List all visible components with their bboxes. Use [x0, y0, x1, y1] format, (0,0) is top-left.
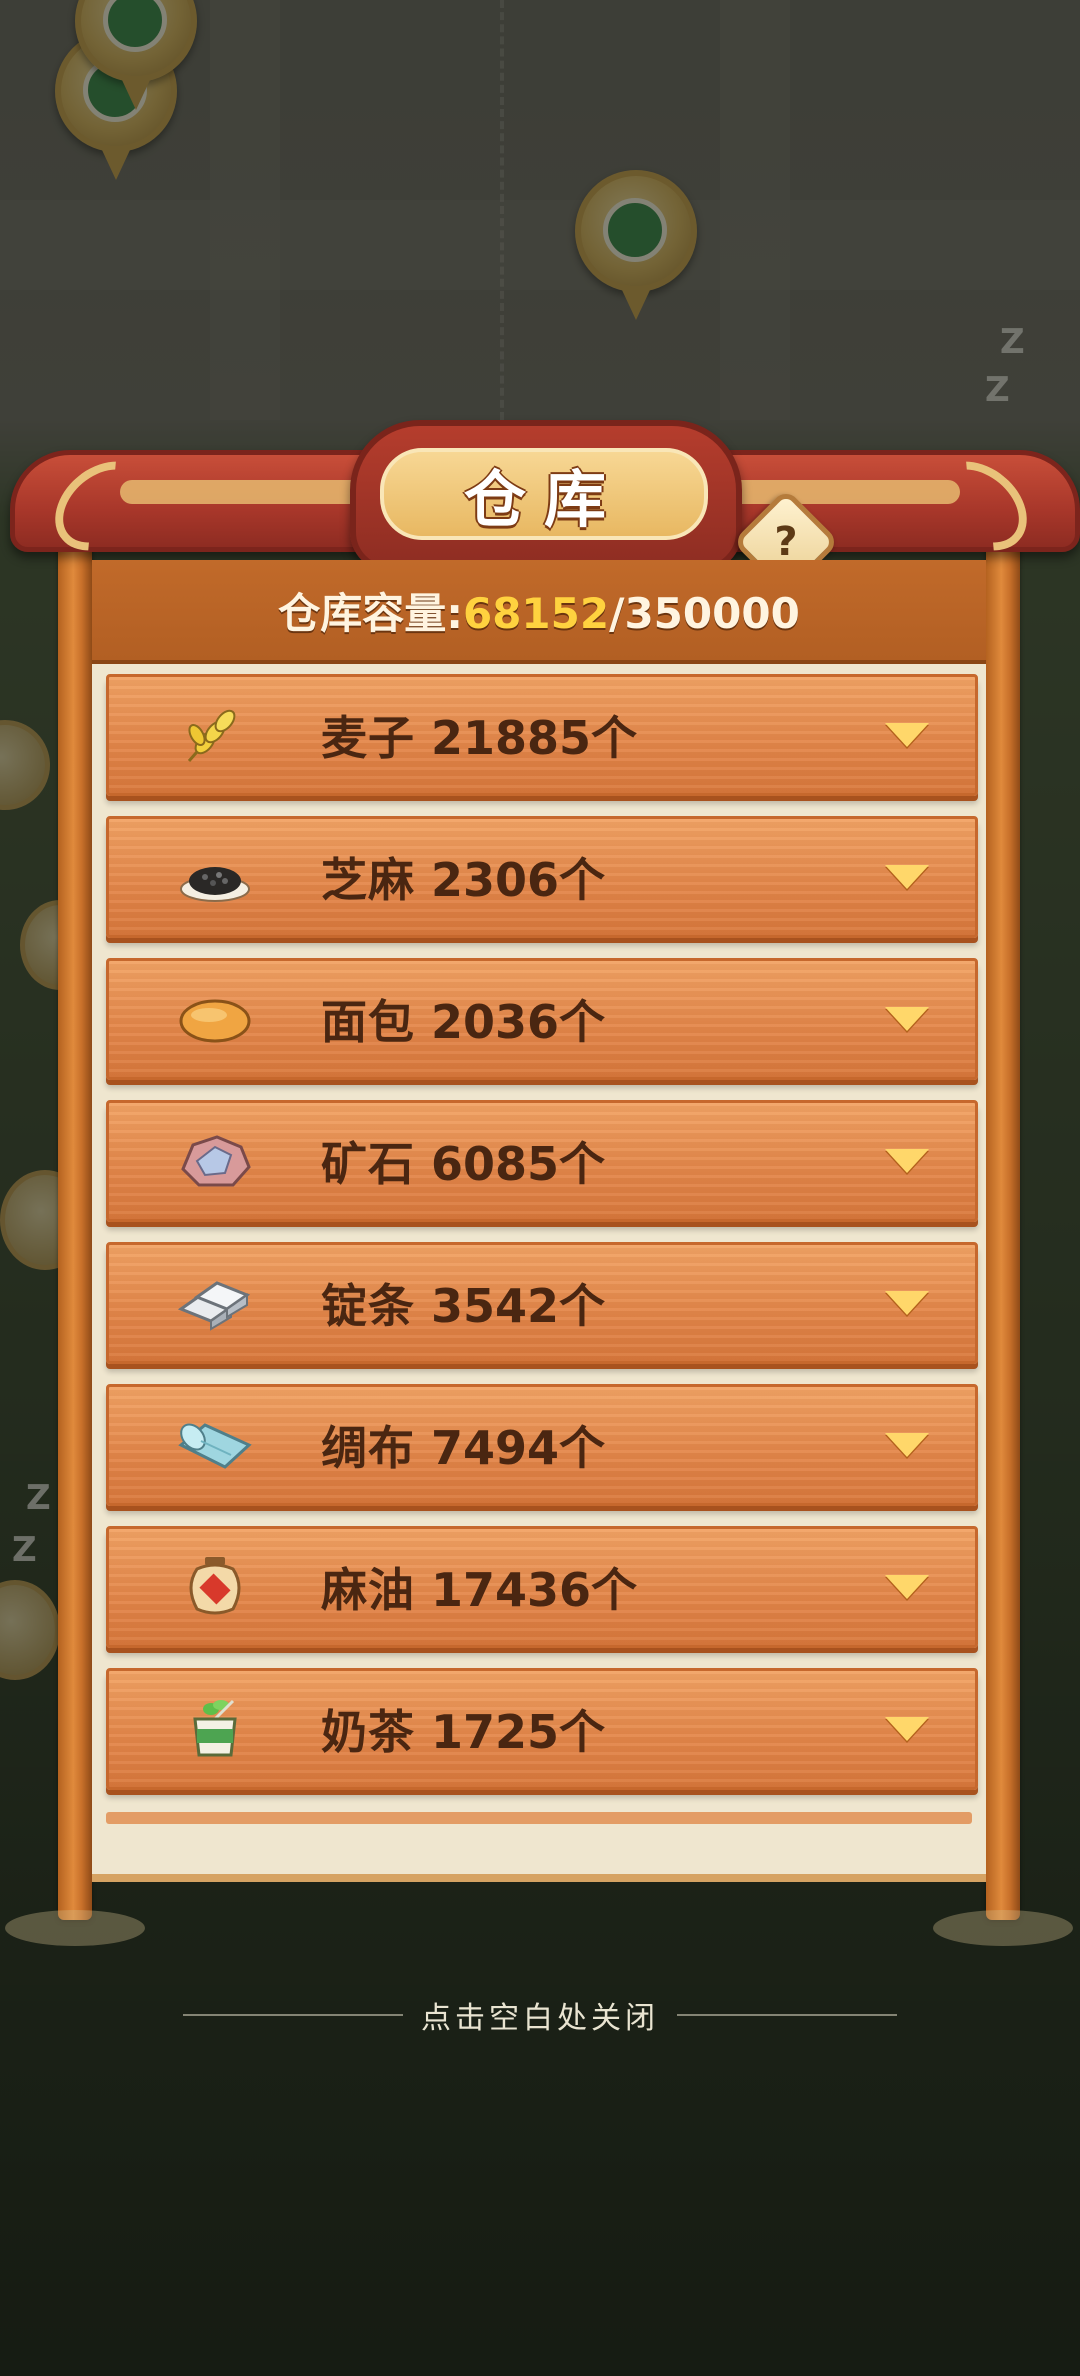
panel-post-left [58, 530, 92, 1920]
wheat-icon [187, 709, 236, 762]
item-name: 奶茶 [321, 1705, 415, 1759]
item-count: 3542个 [431, 1279, 606, 1333]
chevron-down-icon[interactable] [885, 1717, 929, 1741]
capacity-used: 68152 [462, 588, 610, 638]
item-count: 2306个 [431, 853, 606, 907]
chevron-down-icon[interactable] [885, 1433, 929, 1457]
panel-post-right [986, 530, 1020, 1920]
chevron-down-icon[interactable] [885, 1007, 929, 1031]
item-name: 麦子 [321, 711, 415, 765]
capacity-label: 仓库容量: [278, 588, 463, 638]
post-base-shadow [933, 1910, 1073, 1946]
inventory-row-bread[interactable]: 面包 2036个 [106, 958, 978, 1080]
capacity-bar: 仓库容量:68152/350000 [92, 560, 986, 664]
item-count: 21885个 [431, 711, 638, 765]
capacity-total: 350000 [624, 588, 800, 638]
item-name: 麻油 [321, 1563, 415, 1617]
item-name: 芝麻 [321, 853, 415, 907]
close-hint[interactable]: 点击空白处关闭 [0, 1985, 1080, 2045]
item-count: 2036个 [431, 995, 606, 1049]
chevron-down-icon[interactable] [885, 723, 929, 747]
chevron-down-icon[interactable] [885, 865, 929, 889]
inventory-row-silk-cloth[interactable]: 绸布 7494个 [106, 1384, 978, 1506]
ore-icon [181, 1135, 251, 1187]
item-count: 6085个 [431, 1137, 606, 1191]
next-row-edge [106, 1812, 972, 1824]
inventory-list[interactable]: 麦子 21885个 芝麻 2306个 面包 2036个 矿石 6085个 锭条 … [92, 664, 986, 1882]
item-name: 矿石 [321, 1137, 415, 1191]
bread-icon [179, 999, 251, 1043]
item-name: 绸布 [321, 1421, 415, 1475]
chevron-down-icon[interactable] [885, 1575, 929, 1599]
capacity-text: 仓库容量:68152/350000 [278, 580, 800, 641]
item-count: 17436个 [431, 1563, 638, 1617]
item-name: 面包 [321, 995, 415, 1049]
warehouse-panel: 仓库 ? 仓库容量:68152/350000 麦子 21885个 芝麻 2306… [0, 370, 1080, 1970]
inventory-row-ingot[interactable]: 锭条 3542个 [106, 1242, 978, 1364]
ingot-icon [177, 1281, 251, 1331]
sesame-oil-jar-icon [189, 1557, 241, 1615]
chevron-down-icon[interactable] [885, 1149, 929, 1173]
silk-cloth-icon [178, 1423, 252, 1469]
inventory-row-milk-tea[interactable]: 奶茶 1725个 [106, 1668, 978, 1790]
capacity-separator: / [609, 588, 625, 638]
inventory-row-ore[interactable]: 矿石 6085个 [106, 1100, 978, 1222]
inventory-row-sesame[interactable]: 芝麻 2306个 [106, 816, 978, 938]
post-base-shadow [5, 1910, 145, 1946]
title-inner: 仓库 [380, 448, 708, 540]
close-hint-text: 点击空白处关闭 [421, 2001, 659, 2036]
milk-tea-icon [193, 1699, 237, 1757]
chevron-down-icon[interactable] [885, 1291, 929, 1315]
inventory-row-sesame-oil[interactable]: 麻油 17436个 [106, 1526, 978, 1648]
panel-title: 仓库 [463, 463, 624, 536]
item-count: 7494个 [431, 1421, 606, 1475]
item-count: 1725个 [431, 1705, 606, 1759]
hint-divider-right [677, 2014, 897, 2016]
sesame-icon [180, 867, 250, 902]
inventory-row-wheat[interactable]: 麦子 21885个 [106, 674, 978, 796]
item-name: 锭条 [321, 1279, 415, 1333]
panel-header-roof: 仓库 ? [0, 410, 1080, 596]
hint-divider-left [183, 2014, 403, 2016]
title-plaque: 仓库 [350, 420, 742, 572]
